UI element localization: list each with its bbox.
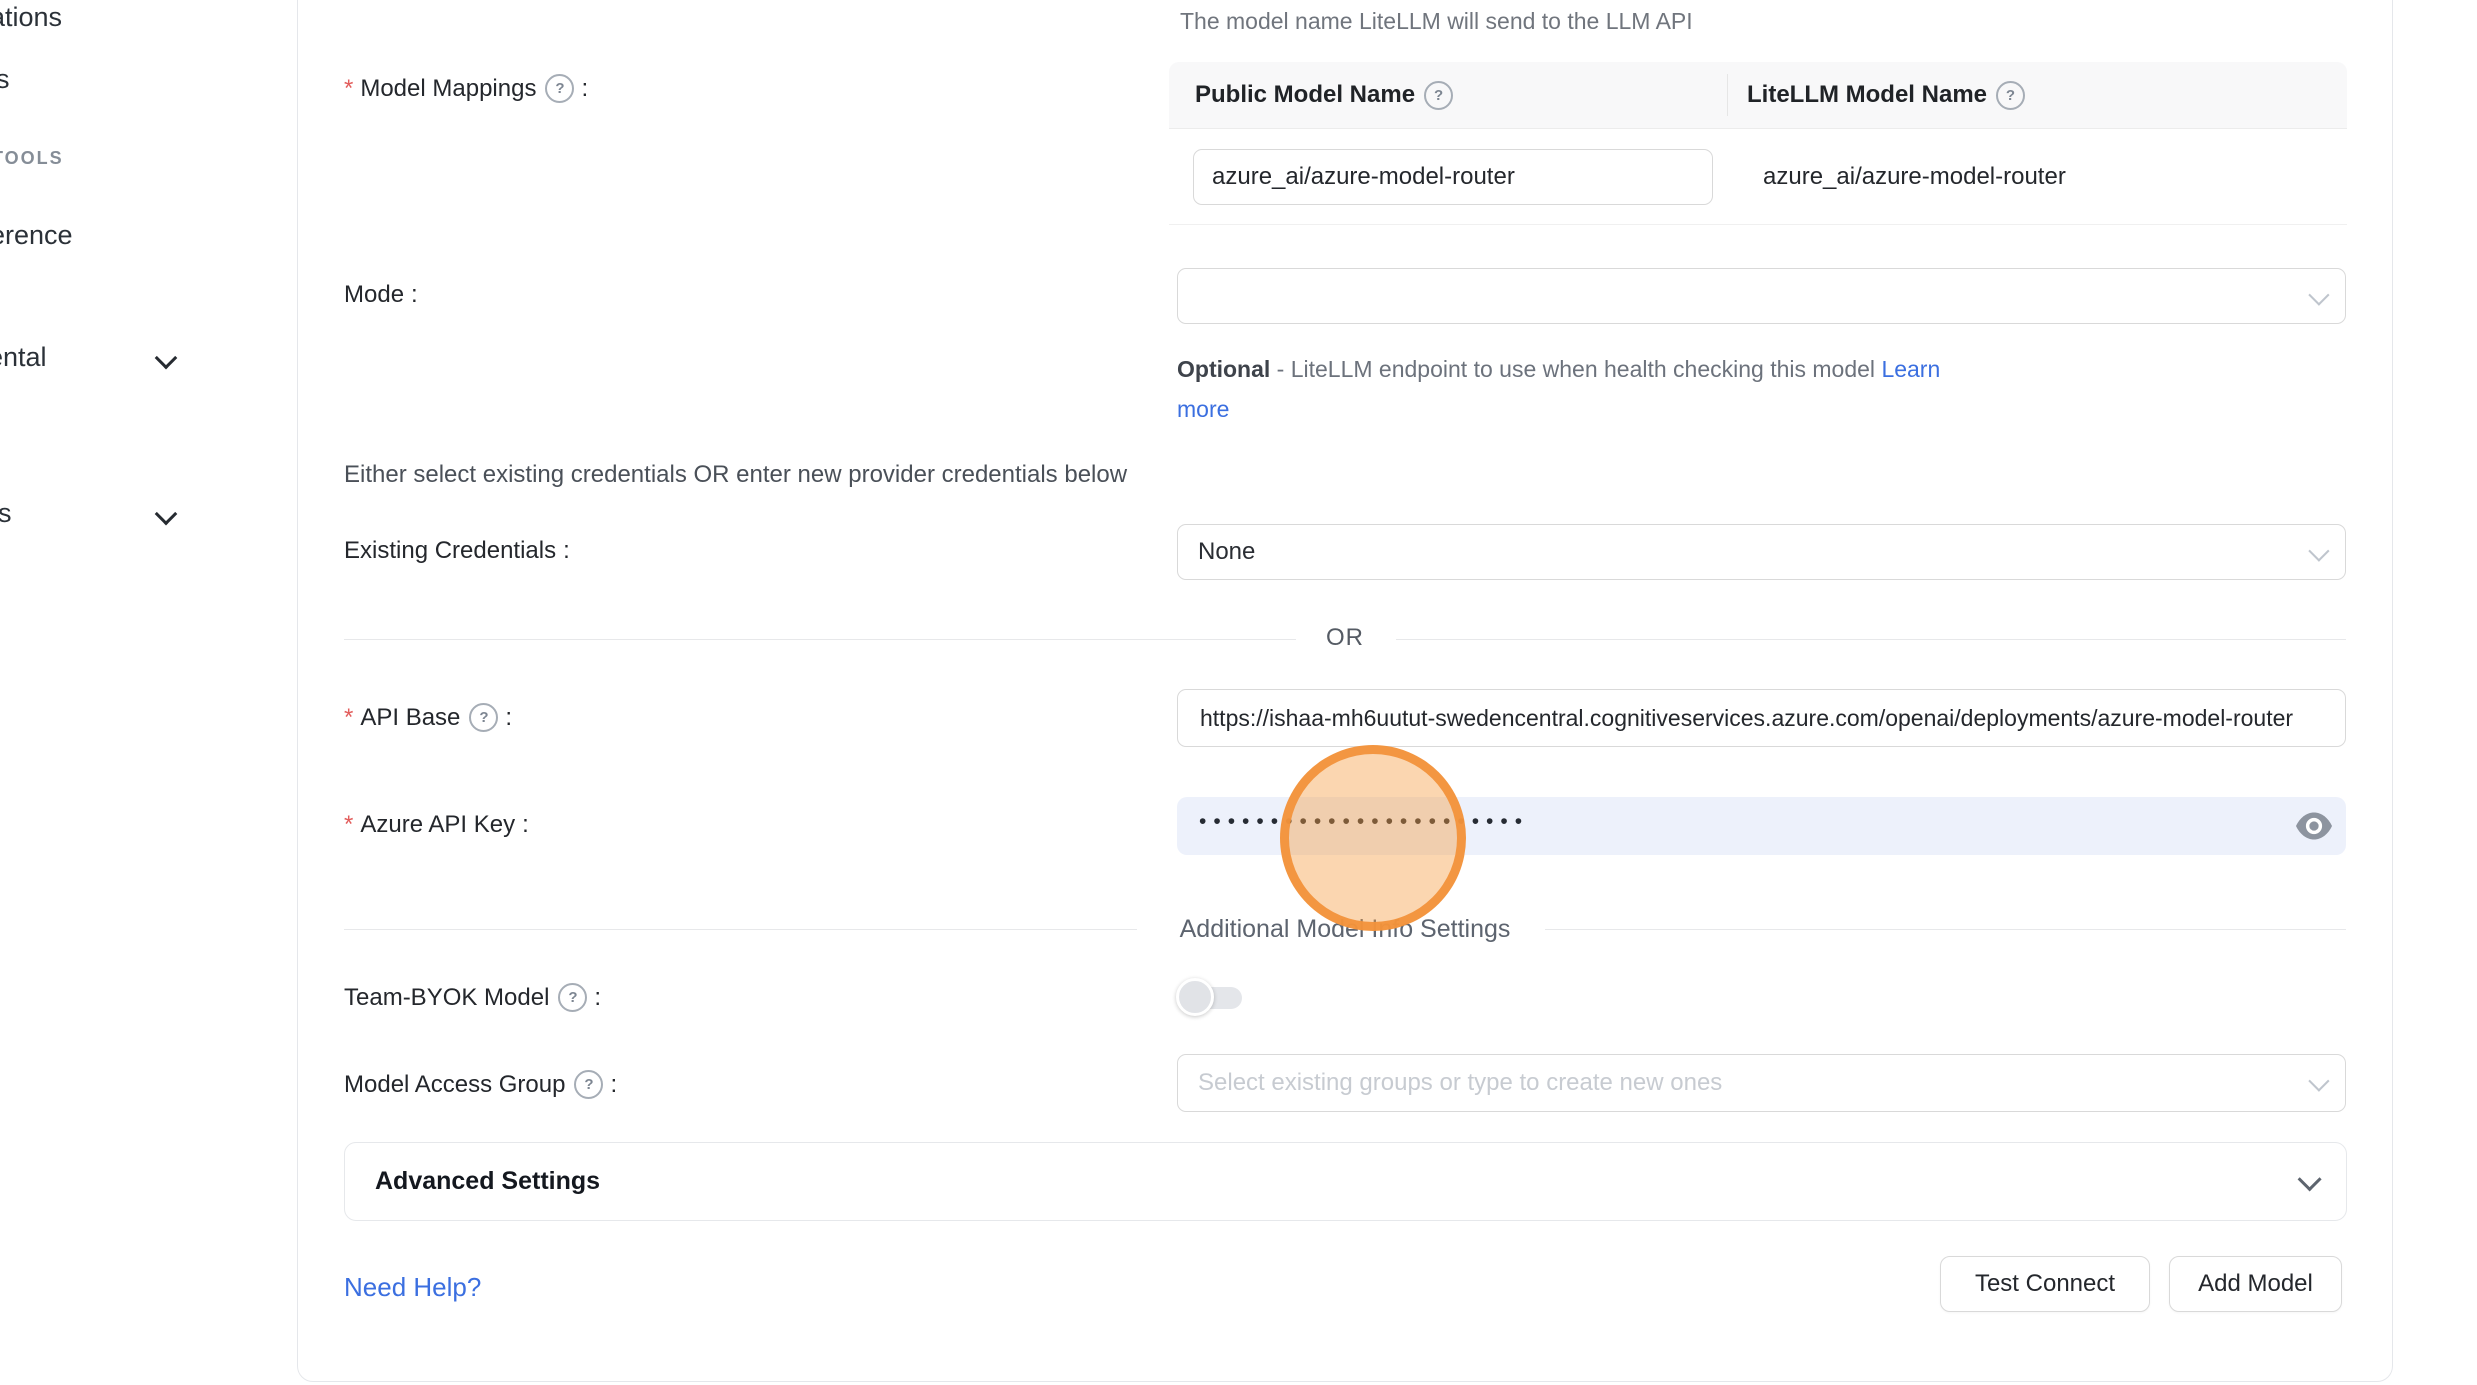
help-icon[interactable]: ? <box>469 703 498 732</box>
column-header-litellm-model-name: LiteLLM Model Name ? <box>1727 62 2025 128</box>
chevron-down-icon <box>2298 1167 2322 1191</box>
additional-settings-divider-text: Additional Model Info Settings <box>1180 915 1511 944</box>
label-text: Mode <box>344 281 404 309</box>
select-placeholder: Select existing groups or type to create… <box>1198 1069 1722 1097</box>
section-divider-line <box>1545 929 2346 930</box>
sidebar-item[interactable]: s <box>0 498 12 529</box>
sidebar-section-label: TOOLS <box>0 148 64 169</box>
advanced-settings-title: Advanced Settings <box>375 1167 600 1196</box>
label-colon: : <box>610 1071 617 1099</box>
eye-icon[interactable] <box>2296 812 2332 840</box>
label-colon: : <box>522 811 529 839</box>
label-colon: : <box>411 281 418 309</box>
header-text: LiteLLM Model Name <box>1747 81 1987 109</box>
label-text: Model Mappings <box>360 75 536 103</box>
required-asterisk: * <box>344 75 353 103</box>
azure-api-key-label: * Azure API Key : <box>344 811 529 839</box>
mode-help-text: Optional - LiteLLM endpoint to use when … <box>1177 349 1999 429</box>
azure-api-key-input[interactable]: ••••••••••••••••••••••• <box>1177 797 2346 855</box>
public-model-name-input[interactable]: azure_ai/azure-model-router <box>1193 149 1713 205</box>
existing-credentials-label: Existing Credentials : <box>344 537 570 565</box>
masked-password-value: ••••••••••••••••••••••• <box>1199 810 1529 834</box>
add-model-button[interactable]: Add Model <box>2169 1256 2342 1312</box>
selected-value: None <box>1198 538 1255 566</box>
model-access-group-label: Model Access Group ? : <box>344 1070 617 1099</box>
chevron-down-icon[interactable] <box>155 347 178 370</box>
credentials-note: Either select existing credentials OR en… <box>344 461 1127 489</box>
help-icon[interactable]: ? <box>545 74 574 103</box>
label-text: API Base <box>360 704 460 732</box>
api-base-input[interactable]: https://ishaa-mh6uutut-swedencentral.cog… <box>1177 689 2346 747</box>
chevron-down-icon[interactable] <box>155 503 178 526</box>
model-mappings-table: Public Model Name ? LiteLLM Model Name ?… <box>1169 62 2347 225</box>
sidebar-item[interactable]: ental <box>0 342 47 373</box>
advanced-settings-panel[interactable]: Advanced Settings <box>344 1142 2347 1221</box>
api-base-label: * API Base ? : <box>344 703 512 732</box>
help-icon[interactable]: ? <box>574 1070 603 1099</box>
label-colon: : <box>594 984 601 1012</box>
existing-credentials-select[interactable]: None <box>1177 524 2346 580</box>
mode-select[interactable] <box>1177 268 2346 324</box>
or-divider-line <box>1396 639 2346 640</box>
label-colon: : <box>563 537 570 565</box>
model-mappings-label: * Model Mappings ? : <box>344 74 588 103</box>
label-text: Team-BYOK Model <box>344 984 549 1012</box>
litellm-model-name-value: azure_ai/azure-model-router <box>1763 163 2066 191</box>
help-icon[interactable]: ? <box>1424 81 1453 110</box>
add-model-page: ations s TOOLS erence ental s The model … <box>0 0 2477 1385</box>
optional-bold: Optional <box>1177 356 1277 382</box>
header-text: Public Model Name <box>1195 81 1415 109</box>
sidebar-item[interactable]: ations <box>0 2 62 33</box>
label-text: Model Access Group <box>344 1071 565 1099</box>
chevron-down-icon <box>2308 284 2329 305</box>
label-colon: : <box>505 704 512 732</box>
table-header-row: Public Model Name ? LiteLLM Model Name ? <box>1169 62 2347 129</box>
need-help-link[interactable]: Need Help? <box>344 1272 481 1303</box>
required-asterisk: * <box>344 811 353 839</box>
sidebar-item[interactable]: erence <box>0 220 73 251</box>
team-byok-toggle[interactable] <box>1176 978 1246 1018</box>
chevron-down-icon <box>2308 540 2329 561</box>
model-access-group-select[interactable]: Select existing groups or type to create… <box>1177 1054 2346 1112</box>
help-icon[interactable]: ? <box>1996 81 2025 110</box>
mode-label: Mode : <box>344 281 418 309</box>
or-divider-text: OR <box>1326 624 1364 652</box>
team-byok-label: Team-BYOK Model ? : <box>344 983 601 1012</box>
required-asterisk: * <box>344 704 353 732</box>
label-text: Existing Credentials <box>344 537 556 565</box>
label-colon: : <box>581 75 588 103</box>
column-header-public-model-name: Public Model Name ? <box>1169 62 1727 128</box>
optional-text: - LiteLLM endpoint to use when health ch… <box>1277 356 1882 382</box>
sidebar-item[interactable]: s <box>0 64 10 95</box>
model-name-hint: The model name LiteLLM will send to the … <box>1180 8 1693 35</box>
chevron-down-icon <box>2308 1070 2329 1091</box>
table-row: azure_ai/azure-model-router azure_ai/azu… <box>1169 129 2347 225</box>
public-model-name-cell: azure_ai/azure-model-router <box>1169 149 1727 205</box>
help-icon[interactable]: ? <box>558 983 587 1012</box>
toggle-knob <box>1176 978 1214 1016</box>
or-divider-line <box>344 639 1296 640</box>
label-text: Azure API Key <box>360 811 515 839</box>
header-divider <box>1727 74 1728 116</box>
section-divider-line <box>344 929 1137 930</box>
test-connect-button[interactable]: Test Connect <box>1940 1256 2150 1312</box>
